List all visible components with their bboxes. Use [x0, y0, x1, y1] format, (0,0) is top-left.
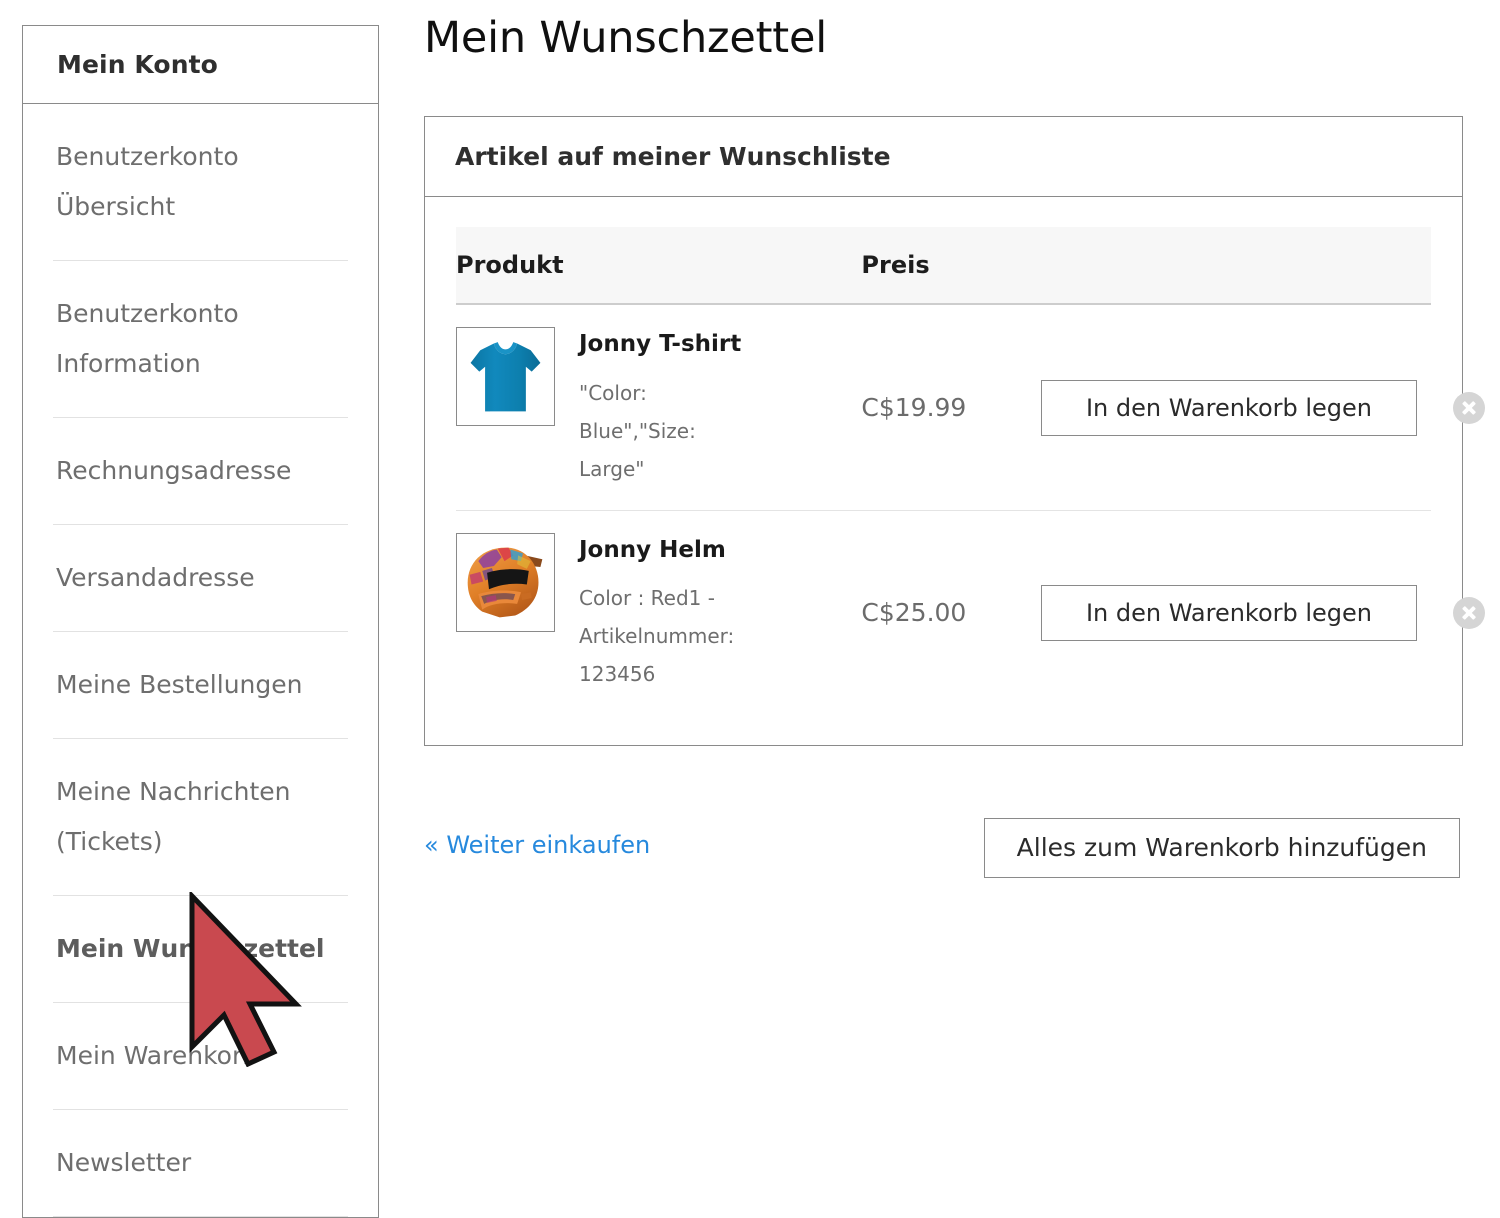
table-row: Jonny Helm Color : Red1 - Artikelnummer:…	[456, 510, 1485, 715]
add-to-cart-button[interactable]: In den Warenkorb legen	[1040, 584, 1417, 641]
table-header-row: Produkt Preis	[456, 227, 1431, 306]
wishlist-table: Produkt Preis Jonny T-shirt "Color: Blue…	[456, 227, 1485, 715]
sidebar-item-label: Mein Wunschzettel	[56, 934, 325, 963]
sidebar-item-label: Meine Nachrichten (Tickets)	[56, 777, 291, 856]
sidebar-item-label: Benutzerkonto Übersicht	[56, 142, 239, 221]
wishlist-panel-body: Produkt Preis Jonny T-shirt "Color: Blue…	[425, 197, 1485, 745]
sidebar-item-mein-wunschzettel[interactable]: Mein Wunschzettel	[53, 896, 348, 1003]
cell-price: C$25.00	[861, 598, 967, 628]
blue-tshirt-icon[interactable]	[456, 327, 555, 427]
add-to-cart-button[interactable]: In den Warenkorb legen	[1040, 379, 1417, 436]
page-title: Mein Wunschzettel	[424, 13, 827, 63]
sidebar-item-label: Versandadresse	[56, 563, 255, 592]
product-options: Color : Red1 - Artikelnummer: 123456	[579, 586, 735, 687]
add-all-to-cart-button[interactable]: Alles zum Warenkorb hinzufügen	[983, 818, 1460, 879]
sidebar-item-rechnungsadresse[interactable]: Rechnungsadresse	[53, 418, 348, 525]
sidebar-item-benutzerkonto-uebersicht[interactable]: Benutzerkonto Übersicht	[53, 104, 348, 261]
wishlist-panel-header: Artikel auf meiner Wunschliste	[425, 117, 1462, 198]
sidebar-header-title: Mein Konto	[57, 50, 218, 79]
remove-circle-icon[interactable]	[1453, 596, 1485, 629]
product-options: "Color: Blue","Size: Large"	[579, 380, 696, 481]
sidebar-header: Mein Konto	[23, 26, 378, 104]
sidebar-item-label: Rechnungsadresse	[56, 456, 292, 485]
wishlist-panel-title: Artikel auf meiner Wunschliste	[455, 142, 891, 172]
sidebar-item-meine-bestellungen[interactable]: Meine Bestellungen	[53, 632, 348, 739]
cell-price: C$19.99	[861, 304, 1041, 511]
product-name[interactable]: Jonny Helm	[579, 537, 726, 563]
sidebar-item-versandadresse[interactable]: Versandadresse	[53, 525, 348, 632]
column-header-preis: Preis	[861, 227, 1041, 306]
remove-circle-icon[interactable]	[1453, 391, 1485, 424]
wishlist-table-body: Jonny T-shirt "Color: Blue","Size: Large…	[456, 304, 1485, 715]
account-sidebar: Mein Konto Benutzerkonto Übersicht Benut…	[22, 25, 379, 1218]
column-header-produkt: Produkt	[456, 227, 862, 306]
cell-product: Jonny Helm Color : Red1 - Artikelnummer:…	[456, 510, 861, 715]
continue-shopping-link[interactable]: « Weiter einkaufen	[424, 831, 650, 859]
wishlist-table-head: Produkt Preis	[456, 227, 1431, 306]
sidebar-item-benutzerkonto-information[interactable]: Benutzerkonto Information	[53, 261, 348, 418]
table-row: Jonny T-shirt "Color: Blue","Size: Large…	[456, 304, 1485, 511]
wishlist-panel: Artikel auf meiner Wunschliste Produkt P…	[424, 116, 1485, 747]
sidebar-item-meine-nachrichten[interactable]: Meine Nachrichten (Tickets)	[53, 739, 348, 896]
cell-product: Jonny T-shirt "Color: Blue","Size: Large…	[456, 304, 862, 511]
cell-action: In den Warenkorb legen	[1040, 510, 1431, 715]
sidebar-nav: Benutzerkonto Übersicht Benutzerkonto In…	[23, 104, 378, 1217]
sidebar-item-label: Mein Warenkorb	[56, 1041, 259, 1070]
sidebar-item-label: Meine Bestellungen	[56, 670, 303, 699]
product-name[interactable]: Jonny T-shirt	[579, 332, 741, 358]
sidebar-item-newsletter[interactable]: Newsletter	[53, 1110, 348, 1217]
cell-action: In den Warenkorb legen	[1040, 304, 1431, 511]
motocross-helmet-icon[interactable]	[456, 532, 555, 632]
wishlist-actions: « Weiter einkaufen Alles zum Warenkorb h…	[424, 818, 1474, 888]
column-header-action	[1040, 227, 1431, 306]
sidebar-item-label: Newsletter	[56, 1148, 192, 1177]
main-content: Mein Wunschzettel Artikel auf meiner Wun…	[424, 0, 1485, 888]
sidebar-item-label: Benutzerkonto Information	[56, 299, 239, 378]
sidebar-item-mein-warenkorb[interactable]: Mein Warenkorb	[53, 1003, 348, 1110]
